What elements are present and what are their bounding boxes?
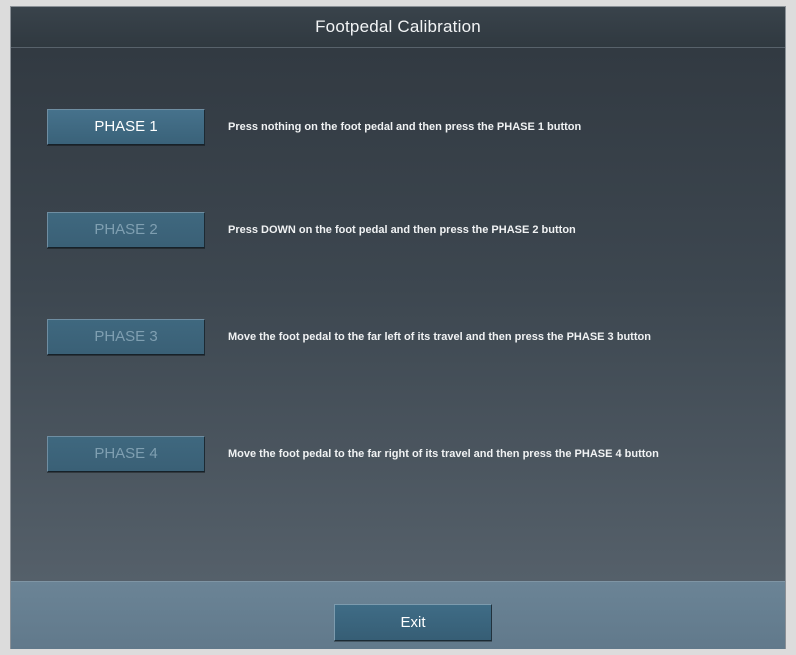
footer-bar: Exit xyxy=(11,581,785,649)
calibration-window: Footpedal Calibration PHASE 1 Press noth… xyxy=(10,6,786,649)
phase-3-instruction: Move the foot pedal to the far left of i… xyxy=(228,331,651,343)
calibration-content: PHASE 1 Press nothing on the foot pedal … xyxy=(11,48,785,581)
phase-1-instruction: Press nothing on the foot pedal and then… xyxy=(228,121,582,133)
phase-4-button[interactable]: PHASE 4 xyxy=(47,436,205,472)
phase-row-4: PHASE 4 Move the foot pedal to the far r… xyxy=(47,436,767,474)
window-title: Footpedal Calibration xyxy=(11,7,785,48)
phase-2-button[interactable]: PHASE 2 xyxy=(47,212,205,248)
phase-row-1: PHASE 1 Press nothing on the foot pedal … xyxy=(47,109,767,147)
phase-row-3: PHASE 3 Move the foot pedal to the far l… xyxy=(47,319,767,357)
phase-1-button[interactable]: PHASE 1 xyxy=(47,109,205,145)
phase-row-2: PHASE 2 Press DOWN on the foot pedal and… xyxy=(47,212,767,250)
phase-4-instruction: Move the foot pedal to the far right of … xyxy=(228,448,659,460)
phase-2-instruction: Press DOWN on the foot pedal and then pr… xyxy=(228,224,576,236)
phase-3-button[interactable]: PHASE 3 xyxy=(47,319,205,355)
exit-button[interactable]: Exit xyxy=(334,604,492,641)
